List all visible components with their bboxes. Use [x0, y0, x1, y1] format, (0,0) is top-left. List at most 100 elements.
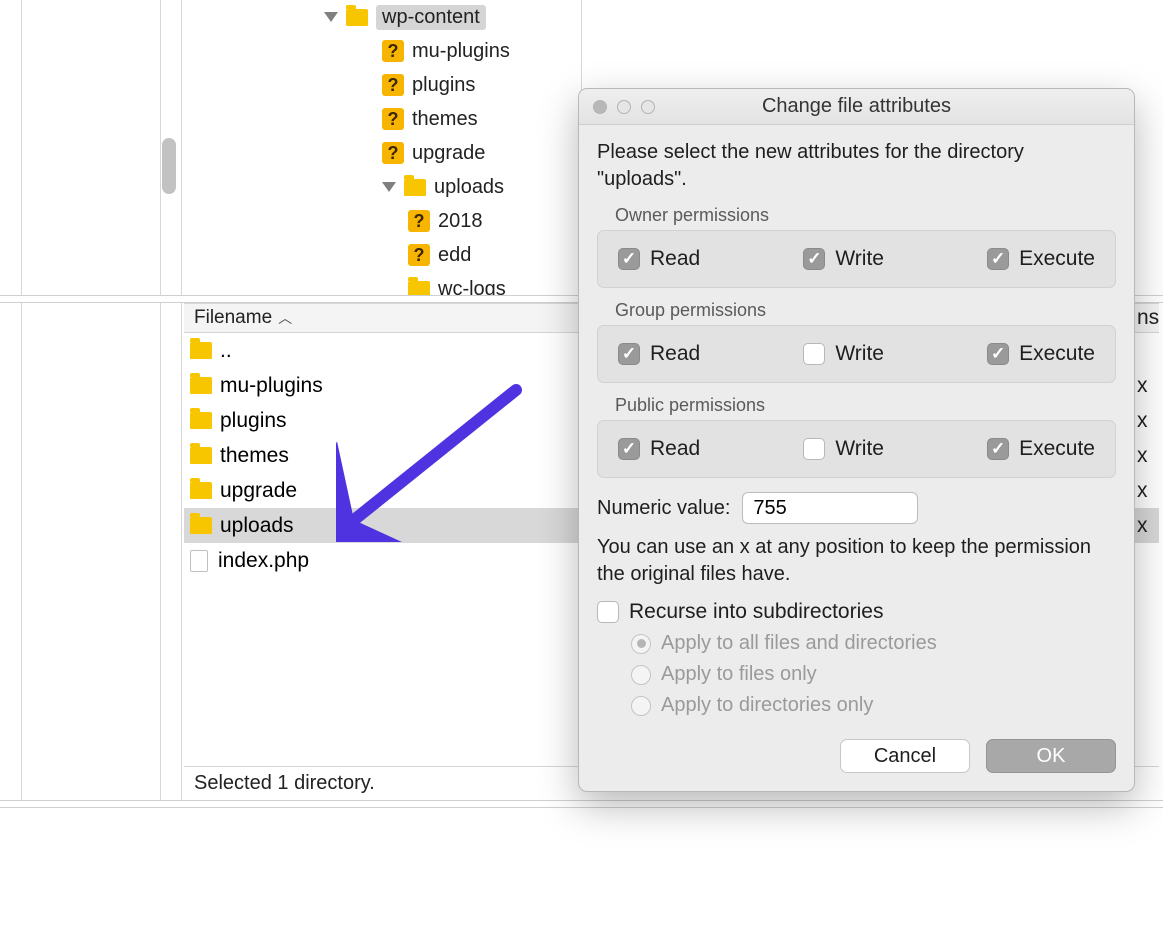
- tree-item[interactable]: ?edd: [184, 238, 581, 272]
- list-item-label: upgrade: [220, 479, 297, 503]
- folder-icon: [190, 342, 212, 359]
- radio-label: Apply to directories only: [661, 694, 873, 717]
- sort-ascending-icon: ︿: [278, 308, 292, 328]
- tree-item-label: wp-content: [376, 5, 486, 30]
- write-checkbox[interactable]: [803, 438, 825, 460]
- read-checkbox[interactable]: [618, 438, 640, 460]
- execute-checkbox-row[interactable]: Execute: [987, 247, 1095, 271]
- maximize-icon: [641, 100, 655, 114]
- tree-item[interactable]: ?2018: [184, 204, 581, 238]
- radio-icon: [631, 696, 651, 716]
- read-checkbox-row[interactable]: Read: [618, 342, 700, 366]
- recurse-radio: Apply to directories only: [631, 694, 1116, 717]
- execute-checkbox[interactable]: [987, 438, 1009, 460]
- minimize-icon: [617, 100, 631, 114]
- read-checkbox-row[interactable]: Read: [618, 437, 700, 461]
- folder-icon: [190, 377, 212, 394]
- unknown-icon: ?: [382, 74, 404, 96]
- truncated-cell: x: [1133, 508, 1163, 543]
- radio-label: Apply to all files and directories: [661, 632, 937, 655]
- dialog-instruction: Please select the new attributes for the…: [597, 139, 1116, 193]
- radio-icon: [631, 665, 651, 685]
- recurse-checkbox-row[interactable]: Recurse into subdirectories: [597, 600, 1116, 624]
- status-text: Selected 1 directory.: [194, 772, 375, 795]
- permission-group: Read Write Execute: [597, 325, 1116, 383]
- unknown-icon: ?: [382, 40, 404, 62]
- folder-icon: [404, 179, 426, 196]
- expander-icon[interactable]: [324, 12, 338, 22]
- tree-item[interactable]: ?plugins: [184, 68, 581, 102]
- scrollbar-thumb[interactable]: [162, 138, 176, 194]
- column-header-label: Filename: [194, 307, 272, 329]
- write-checkbox-row[interactable]: Write: [803, 437, 884, 461]
- execute-label: Execute: [1019, 342, 1095, 366]
- permission-group-label: Owner permissions: [615, 205, 1116, 226]
- close-icon[interactable]: [593, 100, 607, 114]
- file-icon: [190, 550, 208, 572]
- change-file-attributes-dialog: Change file attributes Please select the…: [578, 88, 1135, 792]
- left-gutter: [0, 0, 22, 800]
- read-label: Read: [650, 437, 700, 461]
- ok-button[interactable]: OK: [986, 739, 1116, 773]
- write-checkbox[interactable]: [803, 343, 825, 365]
- read-label: Read: [650, 247, 700, 271]
- read-checkbox[interactable]: [618, 248, 640, 270]
- execute-checkbox-row[interactable]: Execute: [987, 437, 1095, 461]
- execute-label: Execute: [1019, 437, 1095, 461]
- right-col-header: ns: [1133, 303, 1163, 333]
- execute-label: Execute: [1019, 247, 1095, 271]
- dialog-title: Change file attributes: [579, 95, 1134, 118]
- tree-item[interactable]: ? mu-plugins: [184, 34, 581, 68]
- right-truncated-column: ns xxxxx: [1133, 303, 1163, 578]
- cancel-button[interactable]: Cancel: [840, 739, 970, 773]
- write-checkbox-row[interactable]: Write: [803, 342, 884, 366]
- execute-checkbox[interactable]: [987, 248, 1009, 270]
- execute-checkbox-row[interactable]: Execute: [987, 342, 1095, 366]
- tree-item-label: themes: [412, 108, 478, 131]
- hint-text: You can use an x at any position to keep…: [597, 534, 1116, 588]
- list-item-label: index.php: [218, 549, 309, 573]
- directory-tree[interactable]: wp-content?mu-plugins?plugins?themes?upg…: [184, 0, 582, 295]
- write-checkbox-row[interactable]: Write: [803, 247, 884, 271]
- unknown-icon: ?: [382, 142, 404, 164]
- tree-item[interactable]: wp-content: [184, 0, 581, 34]
- expander-icon[interactable]: [382, 182, 396, 192]
- list-item-label: themes: [220, 444, 289, 468]
- folder-icon: [190, 482, 212, 499]
- truncated-cell: [1133, 333, 1163, 368]
- tree-item[interactable]: ?themes: [184, 102, 581, 136]
- splitter-gutter[interactable]: [160, 0, 182, 800]
- tree-item-label: uploads: [434, 176, 504, 199]
- numeric-value-input[interactable]: [742, 492, 918, 524]
- write-checkbox[interactable]: [803, 248, 825, 270]
- tree-item-label: mu-plugins: [412, 40, 510, 63]
- dialog-titlebar[interactable]: Change file attributes: [579, 89, 1134, 125]
- tree-item[interactable]: ? upgrade: [184, 136, 581, 170]
- numeric-value-label: Numeric value:: [597, 497, 730, 520]
- list-item-label: plugins: [220, 409, 287, 433]
- folder-icon: [190, 517, 212, 534]
- list-item-label: uploads: [220, 514, 294, 538]
- permission-group-label: Group permissions: [615, 300, 1116, 321]
- truncated-cell: x: [1133, 403, 1163, 438]
- folder-icon: [190, 412, 212, 429]
- permission-group: Read Write Execute: [597, 420, 1116, 478]
- recurse-label: Recurse into subdirectories: [629, 600, 883, 624]
- list-item-label: mu-plugins: [220, 374, 323, 398]
- permission-group-label: Public permissions: [615, 395, 1116, 416]
- write-label: Write: [835, 437, 884, 461]
- read-checkbox[interactable]: [618, 343, 640, 365]
- tree-item-label: upgrade: [412, 142, 485, 165]
- unknown-icon: ?: [408, 244, 430, 266]
- tree-item-label: 2018: [438, 210, 483, 233]
- truncated-cell: x: [1133, 438, 1163, 473]
- execute-checkbox[interactable]: [987, 343, 1009, 365]
- recurse-checkbox[interactable]: [597, 601, 619, 623]
- permission-group: Read Write Execute: [597, 230, 1116, 288]
- bottom-splitter[interactable]: [0, 800, 1163, 808]
- folder-icon: [190, 447, 212, 464]
- read-checkbox-row[interactable]: Read: [618, 247, 700, 271]
- folder-icon: [346, 9, 368, 26]
- write-label: Write: [835, 247, 884, 271]
- tree-item[interactable]: uploads: [184, 170, 581, 204]
